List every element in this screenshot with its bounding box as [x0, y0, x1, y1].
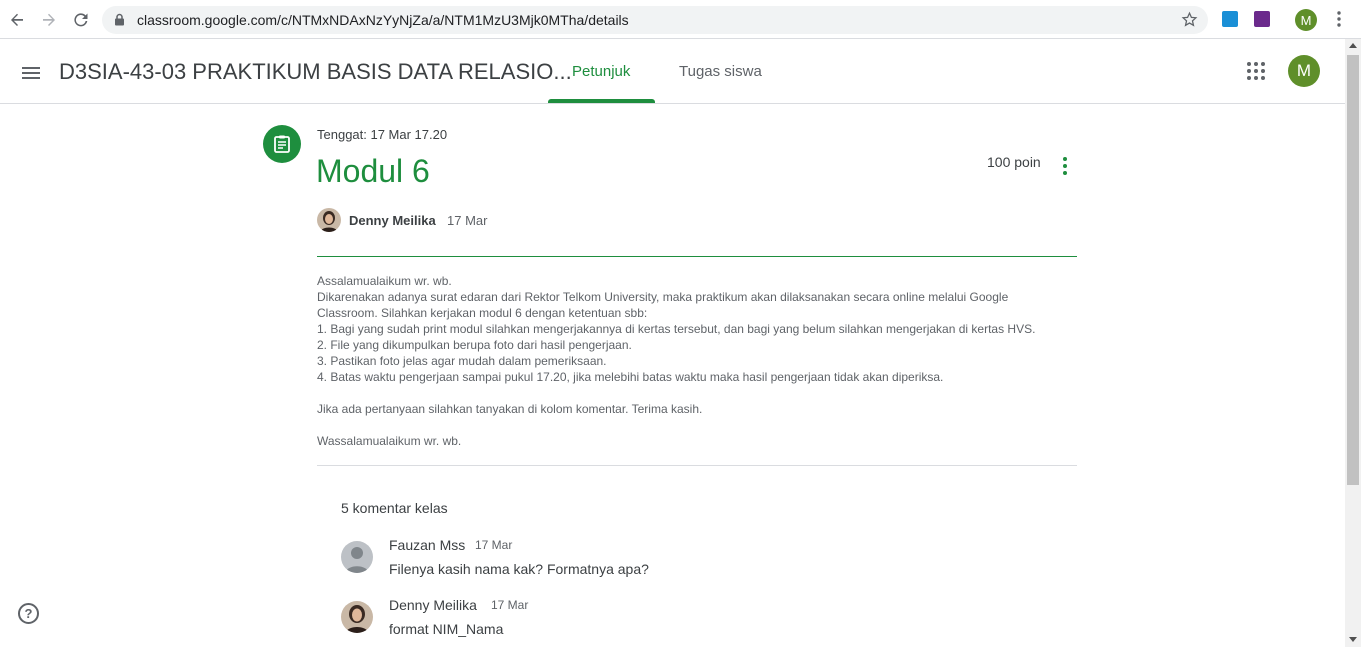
scrollbar-thumb[interactable]: [1347, 55, 1359, 485]
extension-2-icon[interactable]: [1254, 11, 1270, 27]
comment-date: 17 Mar: [491, 598, 529, 612]
more-vert-icon[interactable]: [1059, 156, 1071, 176]
instruction-line: 4. Batas waktu pengerjaan sampai pukul 1…: [317, 370, 944, 384]
classroom-header: D3SIA-43-03 PRAKTIKUM BASIS DATA RELASIO…: [0, 39, 1345, 104]
instruction-line: [317, 385, 1087, 401]
commenter-avatar: [341, 601, 373, 633]
browser-menu-icon[interactable]: [1331, 10, 1347, 28]
arrow-forward-icon: [43, 13, 55, 26]
comment-text: Filenya kasih nama kak? Formatnya apa?: [389, 561, 649, 577]
post-date: 17 Mar: [447, 213, 488, 228]
assignment-icon: [263, 125, 301, 163]
author-avatar: [317, 208, 341, 232]
instruction-line: Jika ada pertanyaan silahkan tanyakan di…: [317, 402, 703, 416]
instruction-line: Assalamualaikum wr. wb.: [317, 274, 452, 288]
user-avatar[interactable]: M: [1288, 55, 1320, 87]
clipboard-icon: [274, 135, 290, 153]
instruction-line: 2. File yang dikumpulkan berupa foto dar…: [317, 338, 632, 352]
active-tab-indicator: [548, 99, 655, 103]
title-divider: [317, 256, 1077, 257]
browser-toolbar: classroom.google.com/c/NTMxNDAxNzYyNjZa/…: [0, 0, 1361, 39]
assignment-points: 100 poin: [987, 154, 1041, 170]
instruction-line: 1. Bagi yang sudah print modul silahkan …: [317, 322, 1036, 336]
author-name: Denny Meilika: [349, 213, 436, 228]
address-bar[interactable]: classroom.google.com/c/NTMxNDAxNzYyNjZa/…: [102, 6, 1208, 34]
instruction-line: Wassalamualaikum wr. wb.: [317, 434, 462, 448]
assignment-title: Modul 6: [316, 153, 430, 189]
arrow-back-icon: [11, 13, 23, 26]
bookmark-star-icon[interactable]: [1181, 11, 1198, 28]
help-icon[interactable]: ?: [18, 603, 39, 624]
tab-instructions[interactable]: Petunjuk: [572, 63, 630, 80]
instruction-line: [317, 417, 1087, 433]
comment-text: format NIM_Nama: [389, 621, 504, 637]
comment-author: Denny Meilika: [389, 597, 477, 613]
url-text: classroom.google.com/c/NTMxNDAxNzYyNjZa/…: [137, 12, 629, 28]
assignment-instructions: Assalamualaikum wr. wb. Dikarenakan adan…: [317, 273, 1087, 449]
forward-button[interactable]: [37, 8, 61, 32]
tab-student-work[interactable]: Tugas siswa: [679, 63, 762, 80]
google-apps-icon[interactable]: [1246, 61, 1266, 81]
class-title[interactable]: D3SIA-43-03 PRAKTIKUM BASIS DATA RELASIO…: [59, 59, 572, 85]
due-date: Tenggat: 17 Mar 17.20: [317, 127, 448, 142]
hamburger-menu-icon[interactable]: [19, 61, 43, 85]
instruction-line: Dikarenakan adanya surat edaran dari Rek…: [317, 290, 1009, 304]
back-button[interactable]: [5, 8, 29, 32]
commenter-avatar: [341, 541, 373, 573]
lock-icon: [115, 13, 124, 26]
comment-date: 17 Mar: [475, 538, 513, 552]
scroll-down-arrow-icon[interactable]: [1349, 637, 1357, 642]
comment-author: Fauzan Mss: [389, 537, 466, 553]
content-divider: [317, 465, 1077, 466]
page-scrollbar[interactable]: [1345, 39, 1361, 647]
browser-profile-avatar[interactable]: M: [1295, 9, 1317, 31]
scroll-up-arrow-icon[interactable]: [1349, 43, 1357, 48]
class-comments-header[interactable]: 5 komentar kelas: [341, 500, 448, 516]
instruction-line: 3. Pastikan foto jelas agar mudah dalam …: [317, 354, 607, 368]
instruction-line: Classroom. Silahkan kerjakan modul 6 den…: [317, 306, 648, 320]
reload-icon: [74, 13, 88, 27]
extension-1-icon[interactable]: [1222, 11, 1238, 27]
reload-button[interactable]: [69, 8, 93, 32]
